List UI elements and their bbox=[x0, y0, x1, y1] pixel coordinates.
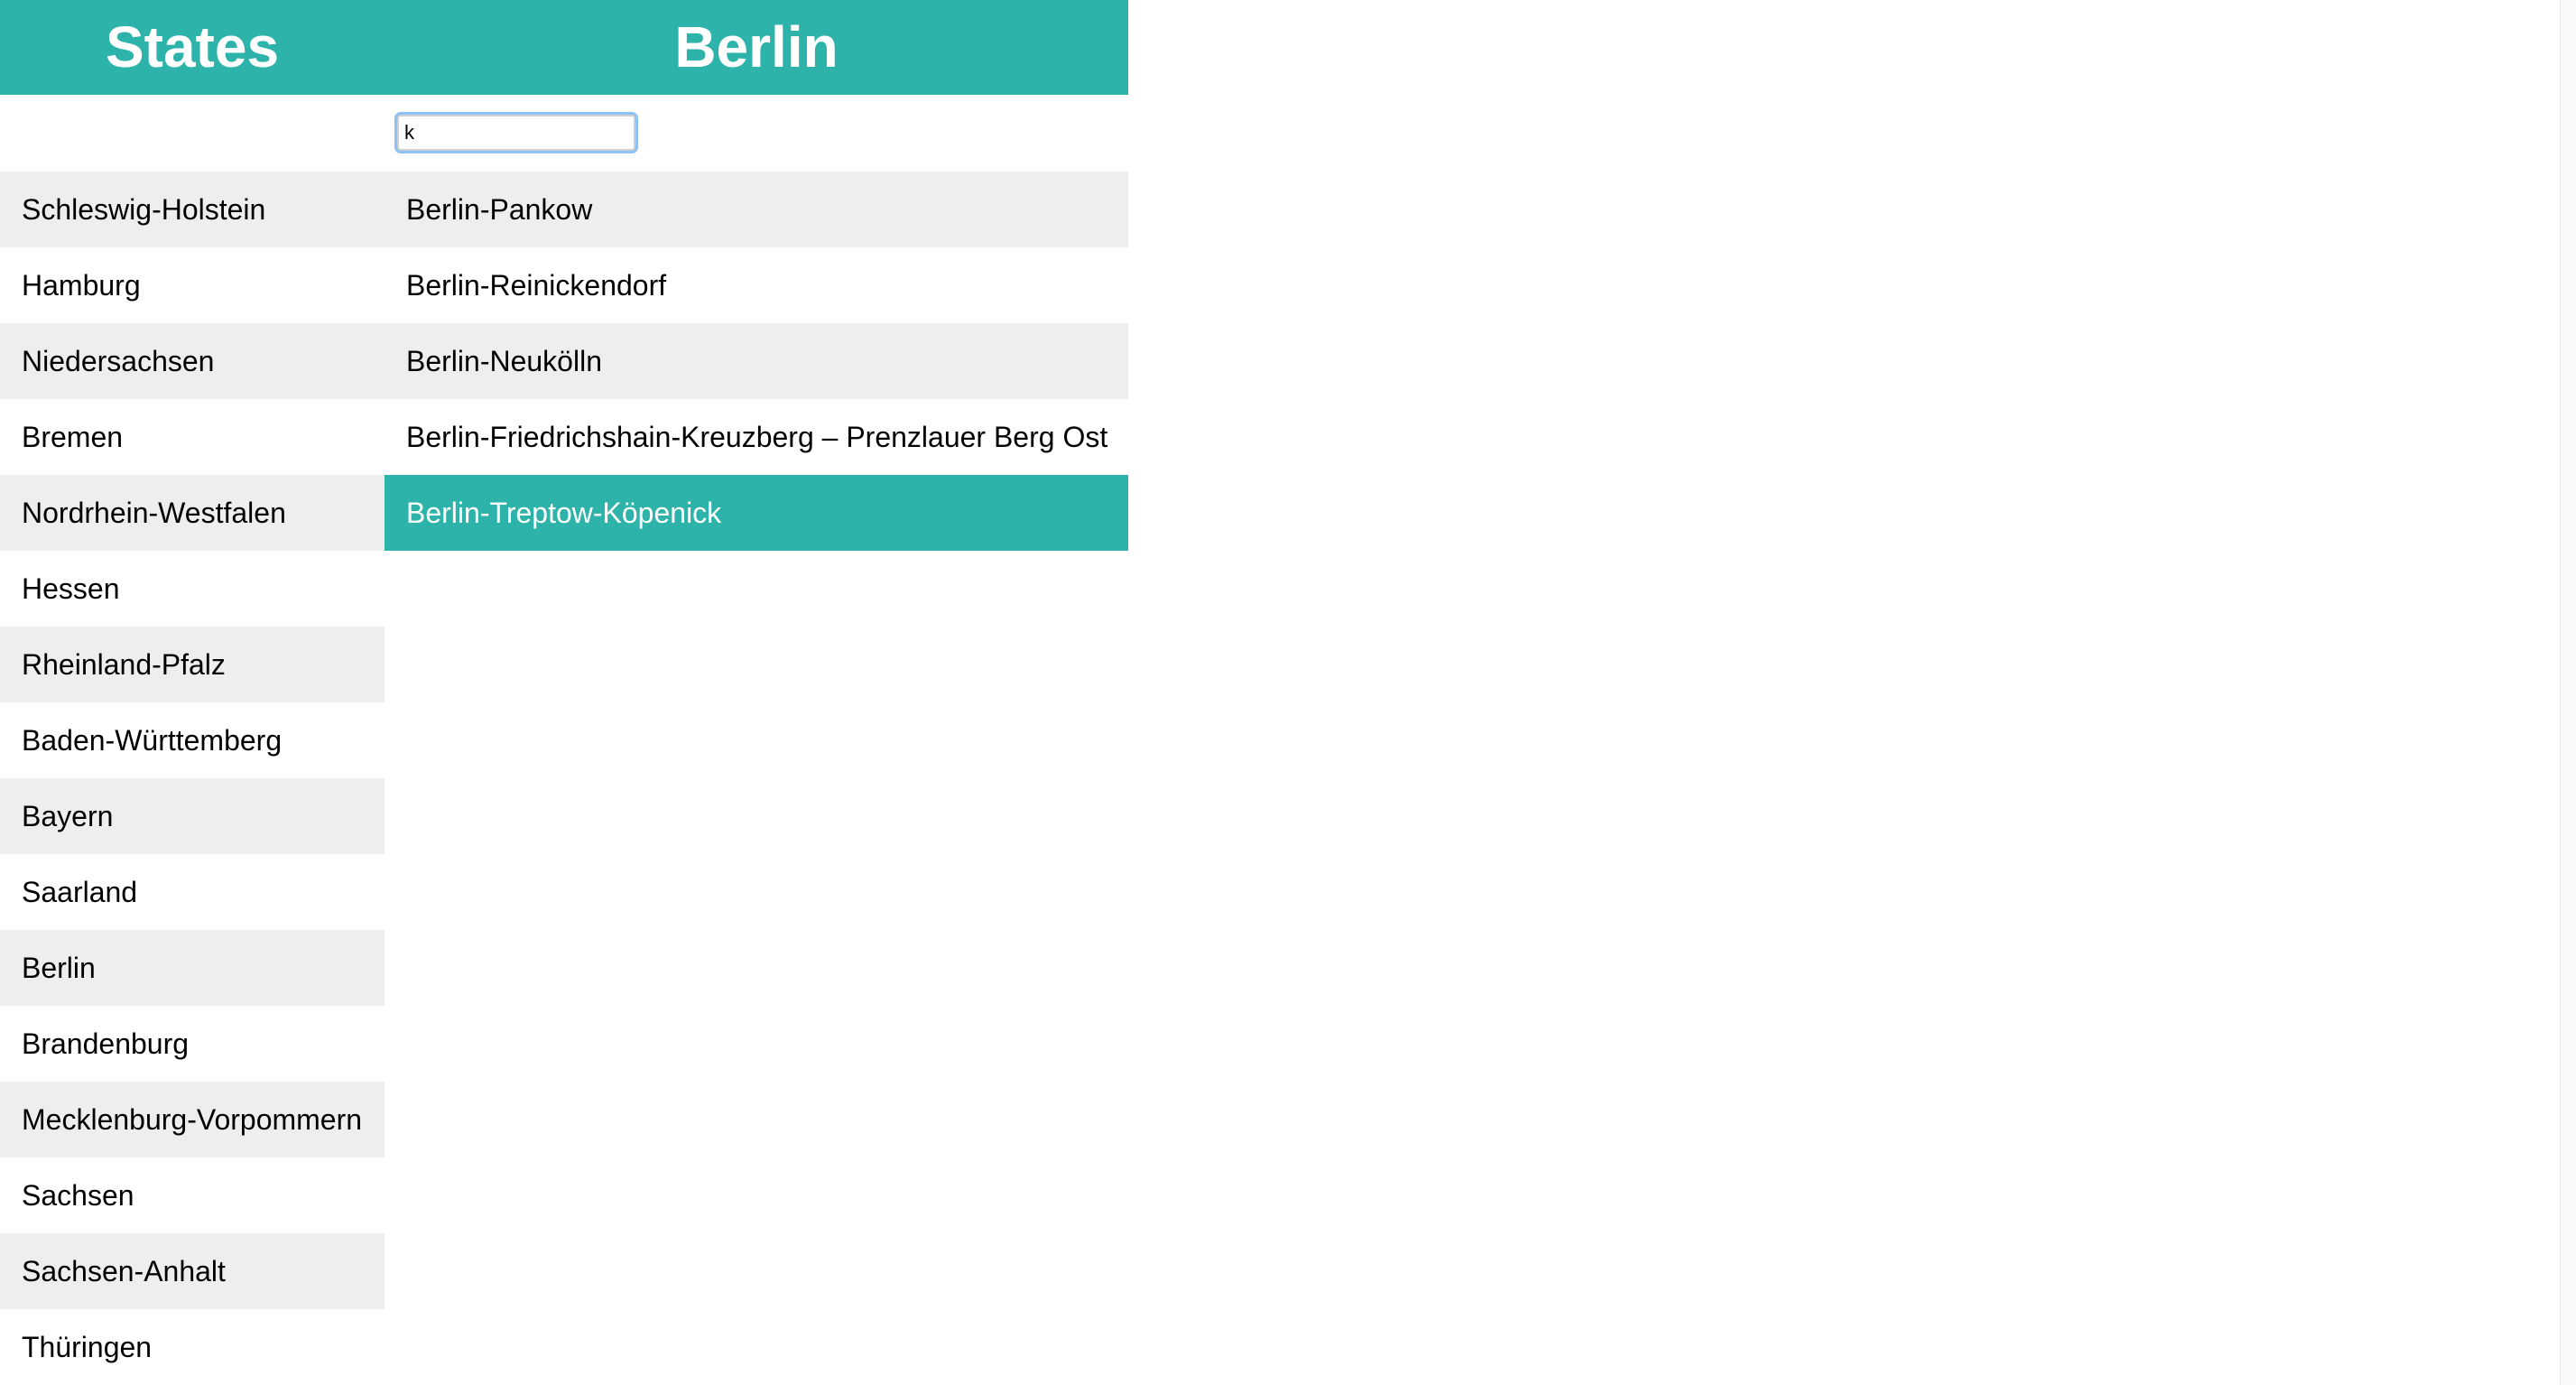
districts-list: Berlin-Pankow Berlin-Reinickendorf Berlin-… bbox=[385, 172, 1128, 551]
district-item[interactable]: Berlin-Reinickendorf bbox=[385, 247, 1128, 323]
header-bar: States Berlin bbox=[0, 0, 1128, 95]
states-list: Schleswig-Holstein Hamburg Niedersachsen Br… bbox=[0, 172, 385, 1385]
page-scrollbar[interactable] bbox=[2560, 0, 2576, 1385]
state-item[interactable]: Nordrhein-Westfalen bbox=[0, 475, 385, 551]
state-item[interactable]: Rheinland-Pfalz bbox=[0, 627, 385, 702]
state-item[interactable]: Mecklenburg-Vorpommern bbox=[0, 1082, 385, 1157]
state-item[interactable]: Niedersachsen bbox=[0, 323, 385, 399]
states-heading: States bbox=[105, 14, 280, 79]
district-item-selected[interactable]: Berlin-Treptow-Köpenick bbox=[385, 475, 1128, 551]
state-item[interactable]: Baden-Württemberg bbox=[0, 702, 385, 778]
district-item[interactable]: Berlin-Neukölln bbox=[385, 323, 1128, 399]
district-item[interactable]: Berlin-Friedrichshain-Kreuzberg – Prenzl… bbox=[385, 399, 1128, 475]
state-item[interactable]: Sachsen-Anhalt bbox=[0, 1233, 385, 1309]
state-item[interactable]: Schleswig-Holstein bbox=[0, 172, 385, 247]
district-filter-input[interactable] bbox=[397, 115, 635, 151]
filter-row bbox=[0, 95, 1128, 172]
state-item[interactable]: Thüringen bbox=[0, 1309, 385, 1385]
state-item[interactable]: Berlin bbox=[0, 930, 385, 1006]
app-container: States Berlin Schleswig-HolsteinHamburgN… bbox=[0, 0, 1128, 1385]
state-item[interactable]: Sachsen bbox=[0, 1157, 385, 1233]
state-item[interactable]: Bremen bbox=[0, 399, 385, 475]
district-item[interactable]: Berlin-Pankow bbox=[385, 172, 1128, 247]
state-item[interactable]: Hamburg bbox=[0, 247, 385, 323]
state-item[interactable]: Brandenburg bbox=[0, 1006, 385, 1082]
districts-heading: Berlin bbox=[674, 14, 839, 79]
state-item[interactable]: Hessen bbox=[0, 551, 385, 627]
state-item[interactable]: Saarland bbox=[0, 854, 385, 930]
state-item[interactable]: Bayern bbox=[0, 778, 385, 854]
